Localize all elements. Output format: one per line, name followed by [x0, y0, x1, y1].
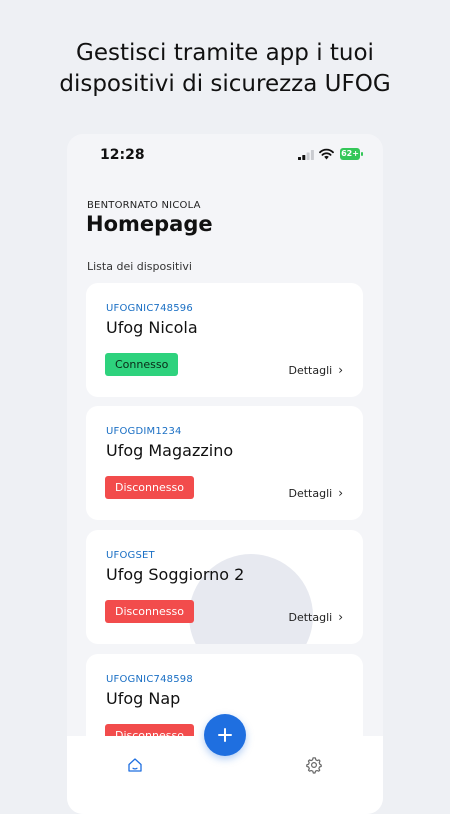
status-time: 12:28 — [100, 147, 145, 163]
status-bar: 12:28 62+ — [67, 134, 383, 174]
device-name: Ufog Soggiorno 2 — [106, 565, 245, 584]
signal-icon — [298, 150, 314, 160]
device-code: UFOGNIC748598 — [106, 674, 193, 685]
details-label: Dettagli — [288, 611, 333, 624]
devices-section-label: Lista dei dispositivi — [87, 260, 192, 273]
device-code: UFOGDIM1234 — [106, 426, 182, 437]
welcome-text: BENTORNATO NICOLA — [87, 200, 201, 211]
details-label: Dettagli — [288, 364, 333, 377]
device-card[interactable]: UFOGDIM1234 Ufog Magazzino Disconnesso D… — [86, 406, 363, 520]
promo-headline-line1: Gestisci tramite app i tuoi — [76, 40, 374, 66]
chevron-right-icon: › — [338, 363, 343, 377]
device-card[interactable]: UFOGSET Ufog Soggiorno 2 Disconnesso Det… — [86, 530, 363, 644]
status-badge: Disconnesso — [105, 600, 194, 623]
chevron-right-icon: › — [338, 610, 343, 624]
home-icon[interactable] — [126, 756, 144, 774]
promo-headline: Gestisci tramite app i tuoi dispositivi … — [0, 38, 450, 100]
add-device-button[interactable] — [204, 714, 246, 756]
device-name: Ufog Nap — [106, 689, 181, 708]
device-name: Ufog Nicola — [106, 318, 198, 337]
details-label: Dettagli — [288, 487, 333, 500]
device-code: UFOGSET — [106, 550, 155, 561]
page-title: Homepage — [86, 212, 213, 236]
promo-headline-line2: dispositivi di sicurezza UFOG — [59, 71, 391, 97]
battery-indicator: 62+ — [340, 148, 363, 160]
wifi-icon — [319, 148, 334, 160]
chevron-right-icon: › — [338, 486, 343, 500]
plus-icon — [218, 728, 232, 742]
details-link[interactable]: Dettagli › — [288, 610, 343, 624]
gear-icon[interactable] — [305, 756, 323, 774]
device-code: UFOGNIC748596 — [106, 303, 193, 314]
status-badge: Connesso — [105, 353, 179, 376]
status-badge: Disconnesso — [105, 476, 194, 499]
device-name: Ufog Magazzino — [106, 441, 234, 460]
details-link[interactable]: Dettagli › — [288, 363, 343, 377]
details-link[interactable]: Dettagli › — [288, 486, 343, 500]
phone-screen: 12:28 62+ BENTORNATO NICOLA Homepage Lis… — [67, 134, 383, 814]
device-card[interactable]: UFOGNIC748596 Ufog Nicola Connesso Detta… — [86, 283, 363, 397]
